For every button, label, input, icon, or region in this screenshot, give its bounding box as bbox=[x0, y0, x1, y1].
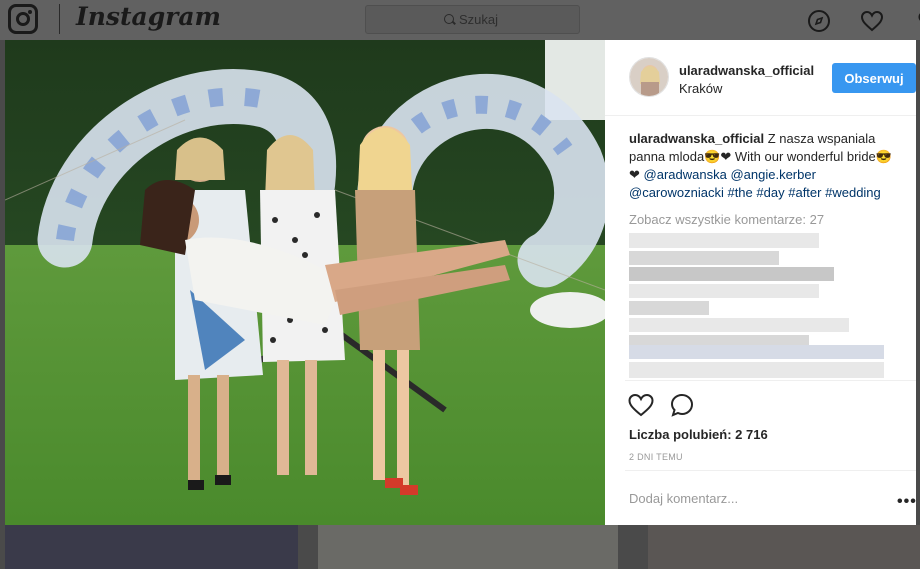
search-placeholder: Szukaj bbox=[459, 12, 499, 27]
add-comment-input[interactable]: Dodaj komentarz... bbox=[629, 491, 738, 506]
heart-icon[interactable] bbox=[860, 9, 884, 33]
post-location[interactable]: Kraków bbox=[679, 81, 722, 96]
obscured-comment bbox=[629, 345, 884, 359]
mention-link[interactable]: @carowozniacki bbox=[629, 185, 724, 200]
post-header: ularadwanska_official Kraków Obserwuj bbox=[605, 40, 916, 116]
obscured-comment bbox=[629, 301, 709, 315]
obscured-comment bbox=[629, 233, 819, 248]
instagram-logo-icon[interactable] bbox=[8, 4, 38, 34]
post-username[interactable]: ularadwanska_official bbox=[679, 63, 814, 78]
post-photo-illustration bbox=[5, 40, 605, 525]
view-all-comments-link[interactable]: Zobacz wszystkie komentarze: 27 bbox=[629, 212, 824, 227]
post-caption: ularadwanska_official Z nasza wspaniala … bbox=[629, 130, 899, 202]
thumbnail-post[interactable] bbox=[318, 525, 618, 569]
obscured-comment bbox=[629, 362, 884, 378]
profile-icon[interactable] bbox=[912, 9, 920, 33]
like-heart-icon[interactable] bbox=[628, 393, 654, 417]
comment-divider bbox=[625, 470, 916, 471]
hashtag-link[interactable]: #day bbox=[756, 185, 784, 200]
search-icon bbox=[444, 14, 454, 24]
post-modal: ularadwanska_official Kraków Obserwuj ul… bbox=[5, 40, 916, 525]
compass-icon[interactable] bbox=[807, 9, 831, 33]
post-timestamp: 2 DNI TEMU bbox=[629, 452, 683, 462]
hashtag-link[interactable]: #after bbox=[788, 185, 821, 200]
logo-divider bbox=[59, 4, 60, 34]
avatar-image bbox=[630, 58, 668, 96]
thumbnail-post[interactable] bbox=[648, 525, 920, 569]
caption-username[interactable]: ularadwanska_official bbox=[629, 131, 764, 146]
avatar[interactable] bbox=[629, 57, 669, 97]
caption-text: With our wonderful bride bbox=[731, 149, 876, 164]
post-info-panel: ularadwanska_official Kraków Obserwuj ul… bbox=[605, 40, 916, 525]
obscured-comment bbox=[629, 267, 834, 281]
top-navigation-bar: Instagram Szukaj bbox=[0, 0, 920, 40]
mention-link[interactable]: @aradwanska bbox=[644, 167, 727, 182]
obscured-comment bbox=[629, 251, 779, 265]
follow-button[interactable]: Obserwuj bbox=[832, 63, 916, 93]
mention-link[interactable]: @angie.kerber bbox=[730, 167, 815, 182]
obscured-comment bbox=[629, 284, 819, 298]
post-photo[interactable] bbox=[5, 40, 605, 525]
comment-bubble-icon[interactable] bbox=[669, 392, 695, 418]
instagram-wordmark[interactable]: Instagram bbox=[76, 2, 221, 31]
hashtag-link[interactable]: #the bbox=[727, 185, 752, 200]
likes-count[interactable]: Liczba polubień: 2 716 bbox=[629, 427, 768, 442]
caption-emoji: 😎❤ bbox=[704, 149, 732, 164]
search-input[interactable]: Szukaj bbox=[365, 5, 580, 34]
hashtag-link[interactable]: #wedding bbox=[825, 185, 881, 200]
actions-divider bbox=[625, 380, 916, 381]
more-options-icon[interactable]: ••• bbox=[897, 493, 917, 511]
obscured-comment bbox=[629, 318, 849, 332]
thumbnail-post[interactable] bbox=[5, 525, 298, 569]
